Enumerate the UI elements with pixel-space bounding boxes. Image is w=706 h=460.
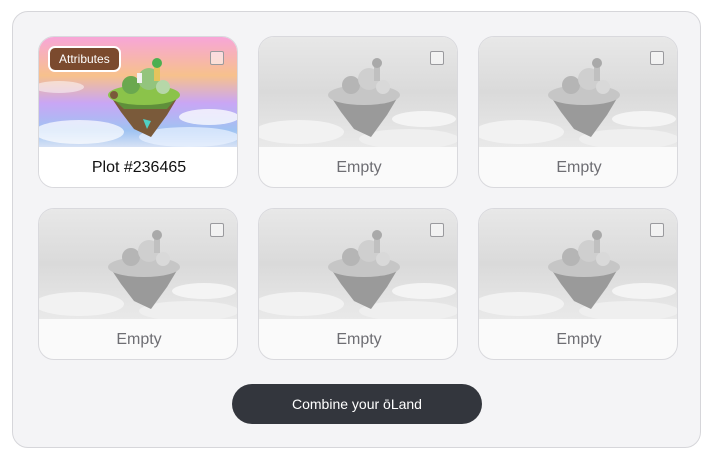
plot-label: Empty <box>556 159 602 176</box>
plots-panel: Attributes Plot #236465 Empty Empty Empt… <box>12 11 701 448</box>
select-checkbox[interactable] <box>210 51 224 65</box>
floating-island-image <box>259 37 457 147</box>
plot-card-5[interactable]: Empty <box>258 208 458 360</box>
plot-label: Empty <box>336 159 382 176</box>
plot-label: Empty <box>116 331 162 348</box>
floating-island-image <box>39 209 237 319</box>
plot-card-6[interactable]: Empty <box>478 208 678 360</box>
select-checkbox[interactable] <box>650 51 664 65</box>
plot-card-2[interactable]: Empty <box>258 36 458 188</box>
plot-card-1[interactable]: Attributes Plot #236465 <box>38 36 238 188</box>
plot-label: Empty <box>336 331 382 348</box>
floating-island-image <box>259 209 457 319</box>
plot-card-4[interactable]: Empty <box>38 208 238 360</box>
select-checkbox[interactable] <box>430 223 444 237</box>
combine-button[interactable]: Combine your ōLand <box>232 384 482 424</box>
plot-card-3[interactable]: Empty <box>478 36 678 188</box>
attributes-badge[interactable]: Attributes <box>48 46 121 72</box>
select-checkbox[interactable] <box>430 51 444 65</box>
plot-label: Plot #236465 <box>39 147 237 187</box>
select-checkbox[interactable] <box>650 223 664 237</box>
plot-label: Empty <box>556 331 602 348</box>
select-checkbox[interactable] <box>210 223 224 237</box>
floating-island-image <box>479 37 677 147</box>
floating-island-image <box>479 209 677 319</box>
